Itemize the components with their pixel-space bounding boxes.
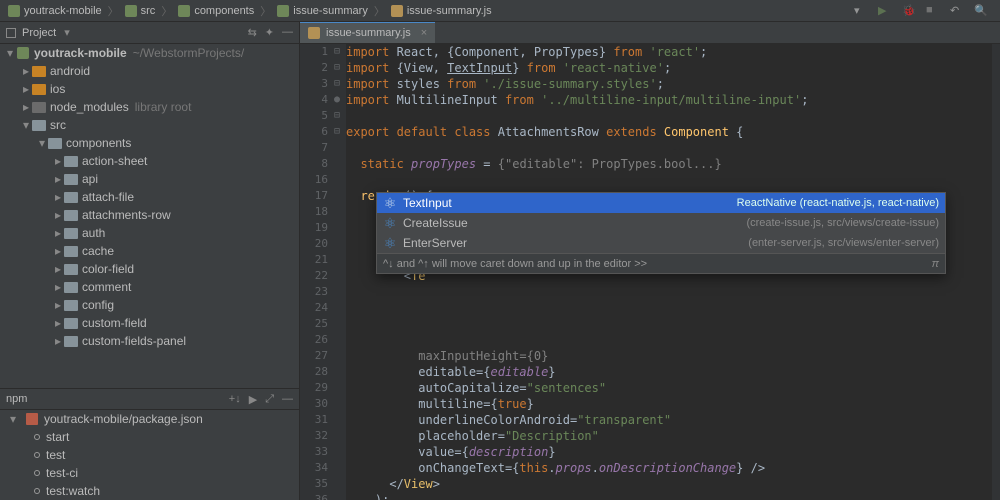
- gear-icon[interactable]: ✦: [265, 26, 274, 39]
- line-number-gutter[interactable]: 1234567816171819202122232425262728293031…: [300, 44, 334, 500]
- tree-row[interactable]: ▸cache: [0, 242, 299, 260]
- tab-issue-summary[interactable]: issue-summary.js ×: [300, 22, 435, 43]
- npm-panel-header: npm +↓ ▶ ⤢ —: [0, 388, 299, 410]
- build-icon[interactable]: ▾: [854, 4, 868, 18]
- crumb-file[interactable]: issue-summary.js: [387, 5, 496, 17]
- npm-script-row[interactable]: start: [0, 428, 299, 446]
- editor-tabs: issue-summary.js ×: [300, 22, 1000, 44]
- project-panel-label: Project: [22, 27, 56, 39]
- atom-icon: ⚛: [383, 236, 397, 250]
- tree-row[interactable]: ▸color-field: [0, 260, 299, 278]
- hide-icon[interactable]: —: [282, 393, 293, 406]
- run-icon[interactable]: ▶: [878, 4, 892, 18]
- collapse-icon[interactable]: ⇆: [248, 26, 257, 39]
- atom-icon: ⚛: [383, 216, 397, 230]
- undo-icon[interactable]: ↶: [950, 4, 964, 18]
- project-icon: [6, 28, 16, 38]
- tree-row[interactable]: ▸custom-fields-panel: [0, 332, 299, 350]
- search-icon[interactable]: 🔍: [974, 4, 988, 18]
- npm-script-row[interactable]: test:watch: [0, 482, 299, 500]
- chevron-right-icon: 〉: [161, 3, 172, 19]
- chevron-right-icon: 〉: [108, 3, 119, 19]
- tree-root[interactable]: ▾ youtrack-mobile ~/WebstormProjects/: [0, 44, 299, 62]
- tree-row[interactable]: ▾components: [0, 134, 299, 152]
- chevron-right-icon: 〉: [260, 3, 271, 19]
- tree-row[interactable]: ▸android: [0, 62, 299, 80]
- crumb-folder[interactable]: issue-summary: [273, 5, 372, 17]
- gutter-marks[interactable]: ⊟ ⊟⊟ ● ⊟⊟: [334, 44, 346, 500]
- stop-icon[interactable]: ■: [926, 4, 940, 18]
- tree-row[interactable]: ▸action-sheet: [0, 152, 299, 170]
- npm-script-row[interactable]: test-ci: [0, 464, 299, 482]
- tree-row[interactable]: ▸custom-field: [0, 314, 299, 332]
- breadcrumb-bar: youtrack-mobile 〉 src 〉 components 〉 iss…: [0, 0, 1000, 22]
- autocomplete-item[interactable]: ⚛CreateIssue(create-issue.js, src/views/…: [377, 213, 945, 233]
- tree-row[interactable]: ▸auth: [0, 224, 299, 242]
- npm-panel-label: npm: [6, 393, 27, 405]
- tree-row[interactable]: ▸api: [0, 170, 299, 188]
- tree-row[interactable]: ▾src: [0, 116, 299, 134]
- autocomplete-popup: ⚛TextInputReactNative (react-native.js, …: [376, 192, 946, 274]
- add-icon[interactable]: +↓: [229, 393, 241, 406]
- run-icon[interactable]: ▶: [249, 393, 257, 406]
- tree-row[interactable]: ▸node_moduleslibrary root: [0, 98, 299, 116]
- crumb-src[interactable]: src: [121, 5, 160, 17]
- tree-row[interactable]: ▸config: [0, 296, 299, 314]
- project-tree[interactable]: ▾ youtrack-mobile ~/WebstormProjects/ ▸a…: [0, 44, 299, 388]
- scrollbar[interactable]: [992, 44, 1000, 500]
- chevron-right-icon: 〉: [374, 3, 385, 19]
- autocomplete-item[interactable]: ⚛EnterServer(enter-server.js, src/views/…: [377, 233, 945, 253]
- npm-script-row[interactable]: test: [0, 446, 299, 464]
- tree-row[interactable]: ▸comment: [0, 278, 299, 296]
- tree-row[interactable]: ▸attach-file: [0, 188, 299, 206]
- crumb-root[interactable]: youtrack-mobile: [4, 5, 106, 17]
- tab-label: issue-summary.js: [326, 27, 411, 39]
- npm-tree[interactable]: ▾ youtrack-mobile/package.json starttest…: [0, 410, 299, 500]
- expand-icon[interactable]: ⤢: [265, 393, 274, 406]
- hide-icon[interactable]: —: [282, 26, 293, 39]
- project-panel-header: Project ▾ ⇆ ✦ —: [0, 22, 299, 44]
- close-icon[interactable]: ×: [421, 27, 427, 39]
- autocomplete-item[interactable]: ⚛TextInputReactNative (react-native.js, …: [377, 193, 945, 213]
- js-file-icon: [308, 27, 320, 39]
- npm-icon: [26, 413, 38, 425]
- crumb-components[interactable]: components: [174, 5, 258, 17]
- tree-row[interactable]: ▸ios: [0, 80, 299, 98]
- debug-icon[interactable]: 🐞: [902, 4, 916, 18]
- autocomplete-hint: ^↓ and ^↑ will move caret down and up in…: [377, 253, 945, 273]
- atom-icon: ⚛: [383, 196, 397, 210]
- npm-package-row[interactable]: ▾ youtrack-mobile/package.json: [0, 410, 299, 428]
- chevron-down-icon[interactable]: ▾: [64, 26, 70, 39]
- tree-row[interactable]: ▸attachments-row: [0, 206, 299, 224]
